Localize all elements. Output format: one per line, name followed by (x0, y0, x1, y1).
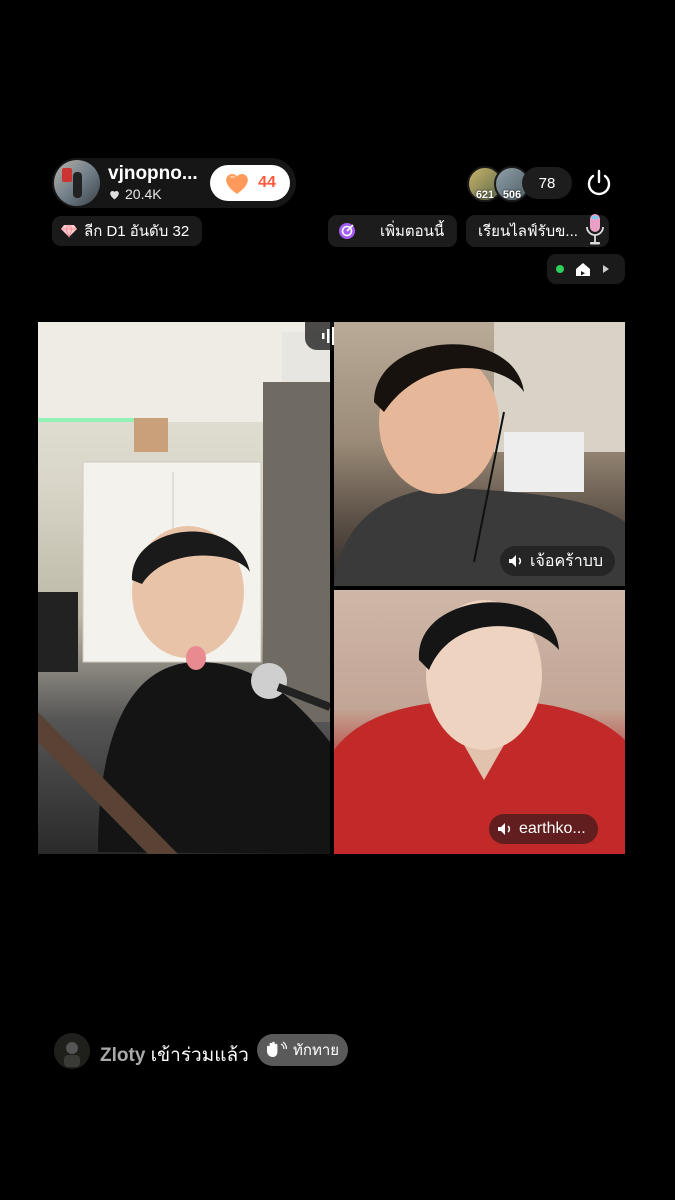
join-action: เข้าร่วมแล้ว (145, 1045, 249, 1066)
speaker-icon (509, 555, 522, 567)
speaker-icon (498, 823, 511, 835)
learn-live-label: เรียนไลฟ์รับข... (478, 223, 578, 240)
play-icon (603, 265, 609, 273)
guest-top-label[interactable]: เจ้อคร้าบบ (500, 546, 616, 576)
joiner-avatar[interactable] (54, 1033, 90, 1069)
guest-top-name: เจ้อคร้าบบ (530, 552, 604, 570)
target-icon (339, 223, 355, 239)
gift-count: 44 (258, 174, 276, 191)
add-now-button[interactable]: เพิ่มตอนนี้ (328, 215, 457, 247)
live-status-pill[interactable] (547, 254, 625, 284)
join-notice: Zloty เข้าร่วมแล้ว (100, 1040, 249, 1070)
microphone-icon (586, 214, 604, 245)
heart-icon (110, 190, 119, 199)
host-name: vjnopno... (108, 163, 198, 184)
league-label: ลีก D1 อันดับ 32 (84, 223, 190, 240)
league-badge[interactable]: ลีก D1 อันดับ 32 (52, 216, 202, 246)
wave-button[interactable]: ทักทาย (257, 1034, 348, 1066)
power-icon[interactable] (583, 167, 615, 199)
host-avatar[interactable] (54, 160, 100, 206)
gift-button[interactable]: 44 (210, 165, 290, 201)
joiner-username[interactable]: Zloty (100, 1045, 145, 1066)
viewer-count[interactable]: 78 (522, 167, 572, 199)
home-icon (576, 263, 590, 276)
gift-heart-icon (226, 173, 248, 194)
guest-bottom-label[interactable]: earthko... (489, 814, 598, 844)
joiner-avatar-image (54, 1033, 90, 1069)
wave-label: ทักทาย (293, 1042, 340, 1059)
host-likes: 20.4K (108, 186, 162, 202)
wave-hand-icon (267, 1041, 287, 1057)
live-dot-icon (556, 265, 564, 273)
diamond-icon (61, 224, 77, 238)
guest-bottom-name: earthko... (519, 820, 586, 837)
add-now-label: เพิ่มตอนนี้ (380, 223, 445, 240)
host-video-panel[interactable] (38, 322, 330, 854)
host-likes-count: 20.4K (125, 186, 162, 202)
host-video-scene (38, 322, 330, 854)
